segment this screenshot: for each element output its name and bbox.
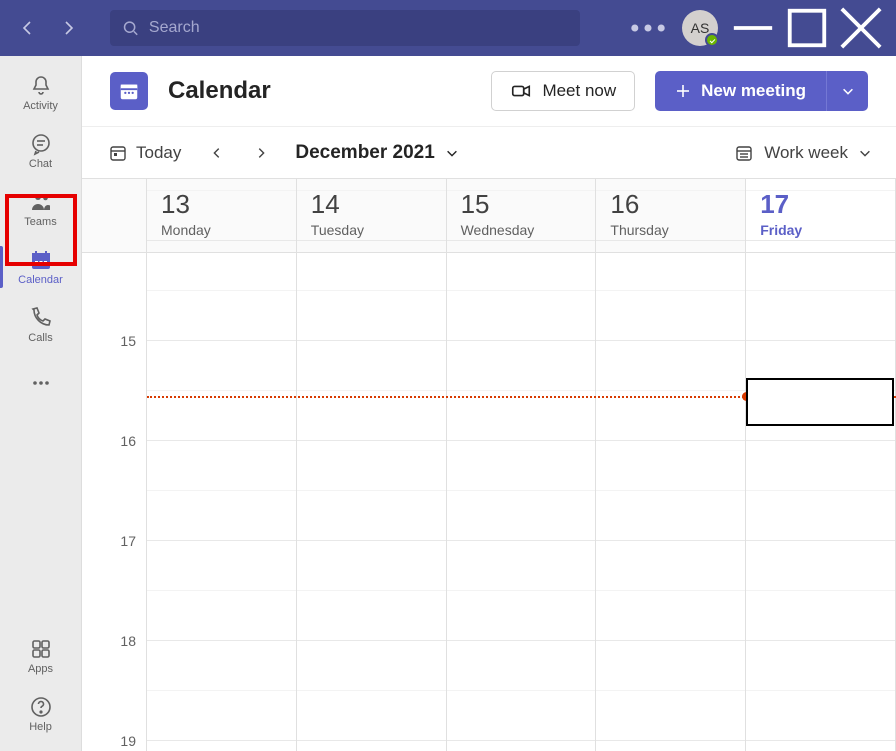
day-name: Monday (161, 222, 282, 238)
content-area: Calendar Meet now New meeting Today (82, 56, 896, 751)
day-grid[interactable] (596, 253, 745, 751)
rail-item-activity[interactable]: Activity (0, 64, 82, 122)
rail-label: Chat (29, 158, 52, 170)
prev-period-button[interactable] (199, 135, 235, 171)
rail-label: Calendar (18, 274, 63, 286)
time-label: 15 (120, 333, 136, 349)
selected-timeslot[interactable] (746, 378, 894, 426)
rail-item-chat[interactable]: Chat (0, 122, 82, 180)
window-maximize-button[interactable] (784, 12, 830, 44)
chat-icon (29, 132, 53, 156)
rail-item-teams[interactable]: Teams (0, 180, 82, 238)
day-grid[interactable] (447, 253, 596, 751)
more-options-button[interactable] (626, 12, 670, 44)
time-label: 19 (120, 733, 136, 749)
page-title: Calendar (168, 77, 271, 105)
avatar[interactable]: AS (682, 10, 718, 46)
window-close-button[interactable] (838, 12, 884, 44)
new-meeting-button[interactable]: New meeting (655, 71, 826, 111)
day-name: Wednesday (461, 222, 582, 238)
day-column[interactable]: 16 Thursday (596, 179, 746, 751)
apps-icon (29, 637, 53, 661)
presence-available-icon (705, 33, 719, 47)
meet-now-button[interactable]: Meet now (491, 71, 635, 111)
new-meeting-label: New meeting (701, 81, 806, 101)
forward-button[interactable] (52, 12, 84, 44)
day-grid[interactable] (147, 253, 296, 751)
video-icon (510, 80, 532, 102)
app-rail: Activity Chat Teams Calendar Calls Apps (0, 56, 82, 751)
day-columns[interactable]: 13 Monday 14 Tuesday 15 Wednesday 16 Thursday 17… (147, 179, 896, 751)
chevron-down-icon (841, 84, 855, 98)
view-label: Work week (764, 143, 848, 163)
month-picker[interactable]: December 2021 (295, 142, 458, 164)
day-column[interactable]: 13 Monday (147, 179, 297, 751)
window-minimize-button[interactable] (730, 12, 776, 44)
calendar-today-icon (108, 143, 128, 163)
main-area: Activity Chat Teams Calendar Calls Apps (0, 56, 896, 751)
day-column[interactable]: 17 Friday (746, 179, 896, 751)
plus-icon (675, 83, 691, 99)
day-number: 13 (161, 189, 282, 220)
rail-label: Apps (28, 663, 53, 675)
search-icon (122, 19, 139, 37)
time-label: 18 (120, 633, 136, 649)
time-column: 15 16 17 18 19 (82, 179, 147, 751)
time-label: 17 (120, 533, 136, 549)
rail-item-calls[interactable]: Calls (0, 296, 82, 354)
day-column[interactable]: 15 Wednesday (447, 179, 597, 751)
day-name: Tuesday (311, 222, 432, 238)
day-name: Thursday (610, 222, 731, 238)
rail-label: Help (29, 721, 52, 733)
day-number: 17 (760, 189, 881, 220)
time-label: 16 (120, 433, 136, 449)
day-grid[interactable] (746, 253, 895, 751)
rail-label: Teams (24, 216, 56, 228)
next-period-button[interactable] (243, 135, 279, 171)
content-header: Calendar Meet now New meeting (82, 56, 896, 126)
rail-label: Activity (23, 100, 58, 112)
calendar-toolbar: Today December 2021 Work week (82, 126, 896, 178)
day-grid[interactable] (297, 253, 446, 751)
help-icon (29, 695, 53, 719)
calendar-view-icon (734, 143, 754, 163)
search-box[interactable] (110, 10, 580, 46)
phone-icon (29, 306, 53, 330)
today-button[interactable]: Today (98, 137, 191, 169)
month-label-text: December 2021 (295, 142, 434, 164)
rail-item-apps[interactable]: Apps (0, 627, 82, 685)
day-name: Friday (760, 222, 881, 238)
search-input[interactable] (149, 19, 568, 37)
rail-item-help[interactable]: Help (0, 685, 82, 743)
calendar-icon (29, 248, 53, 272)
teams-icon (29, 190, 53, 214)
back-button[interactable] (12, 12, 44, 44)
rail-item-more[interactable] (0, 354, 82, 412)
day-number: 15 (461, 189, 582, 220)
calendar-app-icon (110, 72, 148, 110)
day-number: 16 (610, 189, 731, 220)
day-number: 14 (311, 189, 432, 220)
bell-icon (29, 74, 53, 98)
rail-item-calendar[interactable]: Calendar (0, 238, 82, 296)
titlebar: AS (0, 0, 896, 56)
ellipsis-icon (29, 371, 53, 395)
view-switcher[interactable]: Work week (726, 137, 880, 169)
chevron-down-icon (445, 146, 459, 160)
meet-now-label: Meet now (542, 81, 616, 101)
avatar-initials: AS (691, 20, 710, 36)
new-meeting-dropdown[interactable] (826, 71, 868, 111)
today-label: Today (136, 143, 181, 163)
calendar-grid: 15 16 17 18 19 13 Monday 14 Tuesday 15 Wednes… (82, 178, 896, 751)
rail-label: Calls (28, 332, 52, 344)
day-column[interactable]: 14 Tuesday (297, 179, 447, 751)
chevron-down-icon (858, 146, 872, 160)
